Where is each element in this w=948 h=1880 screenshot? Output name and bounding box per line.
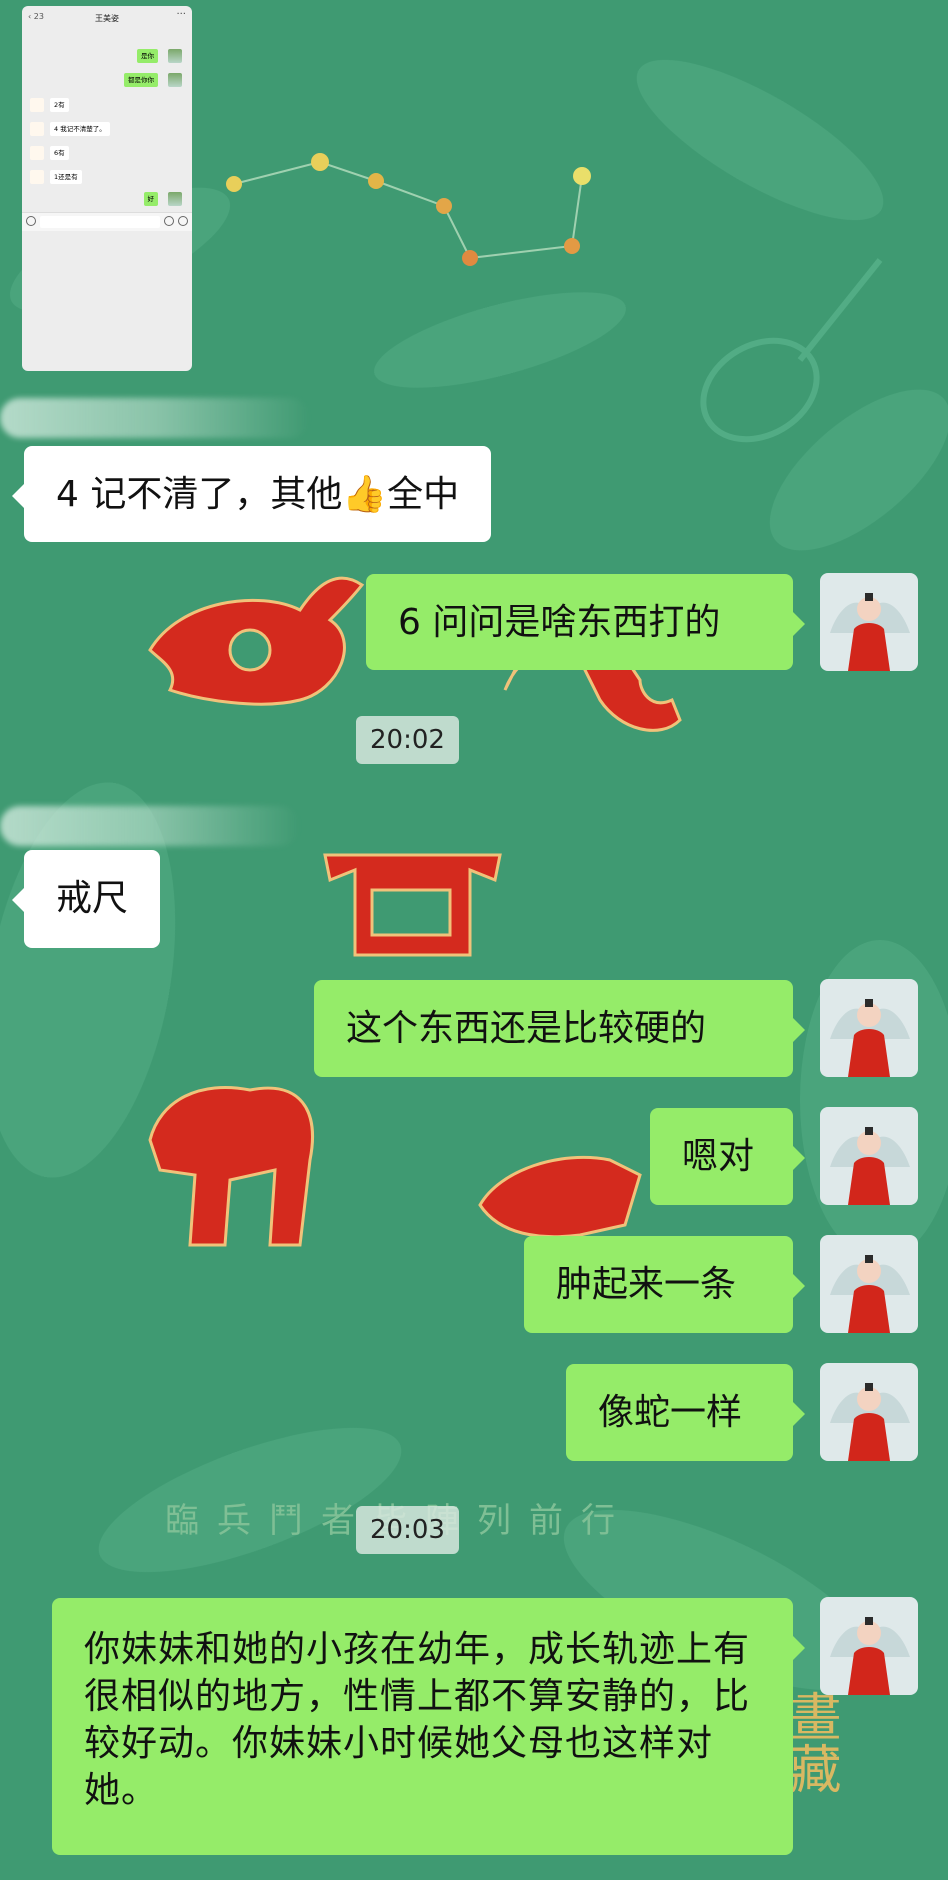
- blurred-sender-name: [0, 806, 300, 846]
- embedded-message: 6有: [50, 146, 69, 160]
- embedded-my-avatar: [168, 49, 182, 63]
- outgoing-message[interactable]: 这个东西还是比较硬的: [314, 980, 805, 1077]
- outgoing-message[interactable]: 肿起来一条: [524, 1236, 805, 1333]
- embedded-message: 1还是有: [50, 170, 82, 184]
- embedded-contact-avatar: [30, 146, 44, 160]
- image-message-screenshot[interactable]: ‹ 23 王美姿 ··· 是你 都是你你 2有 4 我记不清楚了。 6有 1还是…: [22, 6, 192, 371]
- embedded-contact-avatar: [30, 122, 44, 136]
- embedded-my-avatar: [168, 192, 182, 206]
- my-avatar[interactable]: [820, 1363, 918, 1461]
- embedded-more-icon: ···: [176, 9, 186, 20]
- blurred-sender-name: [0, 398, 310, 438]
- embedded-input-bar: [22, 212, 192, 231]
- incoming-message[interactable]: 4 记不清了，其他👍全中: [11, 446, 492, 542]
- outgoing-message[interactable]: 嗯对: [650, 1108, 805, 1205]
- embedded-input-field: [40, 216, 160, 228]
- embedded-plus-icon: [178, 216, 188, 226]
- my-avatar[interactable]: [820, 979, 918, 1077]
- embedded-chat-header: ‹ 23 王美姿 ···: [22, 6, 192, 30]
- my-avatar[interactable]: [820, 573, 918, 671]
- my-avatar[interactable]: [820, 1597, 918, 1695]
- outgoing-message[interactable]: 6 问问是啥东西打的: [366, 574, 805, 670]
- embedded-emoji-icon: [164, 216, 174, 226]
- timestamp: 20:02: [356, 716, 459, 764]
- embedded-message: 都是你你: [124, 73, 158, 87]
- embedded-message: 好: [143, 192, 158, 206]
- embedded-message: 是你: [137, 49, 158, 63]
- outgoing-message[interactable]: 像蛇一样: [566, 1364, 805, 1461]
- embedded-message: 4 我记不清楚了。: [50, 122, 110, 136]
- timestamp: 20:03: [356, 1506, 459, 1554]
- my-avatar[interactable]: [820, 1107, 918, 1205]
- embedded-contact-avatar: [30, 170, 44, 184]
- incoming-message[interactable]: 戒尺: [11, 850, 161, 948]
- embedded-my-avatar: [168, 73, 182, 87]
- embedded-contact-avatar: [30, 98, 44, 112]
- embedded-contact-name: 王美姿: [95, 14, 119, 23]
- embedded-voice-icon: [26, 216, 36, 226]
- outgoing-message[interactable]: 你妹妹和她的小孩在幼年，成长轨迹上有很相似的地方，性情上都不算安静的，比较好动。…: [52, 1598, 805, 1855]
- embedded-message: 2有: [50, 98, 69, 112]
- my-avatar[interactable]: [820, 1235, 918, 1333]
